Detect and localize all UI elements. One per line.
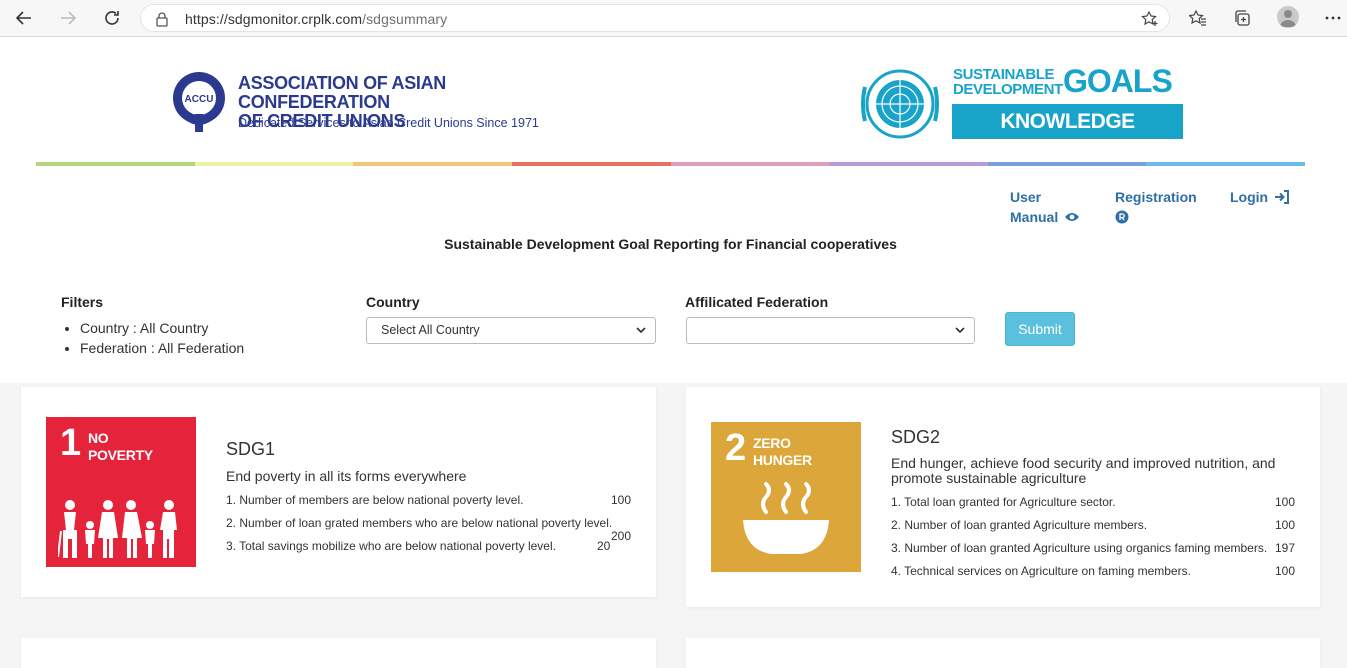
address-bar[interactable]: https://sdgmonitor.crplk.com/sdgsummary (140, 4, 1170, 32)
sdg1-tile-name: NO POVERTY (88, 430, 153, 464)
federation-label: Affilicated Federation (685, 294, 829, 310)
user-manual-line2: Manual (1010, 209, 1059, 225)
page-content: ACCU ASSOCIATION OF ASIAN CONFEDERATION … (0, 37, 1347, 668)
sdg1-title: SDG1 (226, 439, 276, 459)
filter-federation: Federation : All Federation (80, 338, 244, 358)
header-area: ACCU ASSOCIATION OF ASIAN CONFEDERATION … (0, 37, 1347, 383)
sdg2-description-line2: promote sustainable agriculture (891, 470, 1087, 486)
registered-icon (1115, 210, 1129, 224)
family-icon (58, 500, 177, 558)
sdg-goals-text: GOALS (1063, 63, 1173, 99)
sdg2-indicator-3-value: 197 (1275, 541, 1296, 555)
sdg1-indicator-1: 1. Number of members are below national … (226, 493, 524, 507)
refresh-icon (105, 11, 119, 25)
accu-emblem-text: ACCU (185, 94, 214, 105)
refresh-button[interactable] (98, 5, 126, 31)
filters-title: Filters (61, 294, 104, 310)
sdg2-tile-name-line2: HUNGER (753, 452, 812, 468)
sdg-word-development: DEVELOPMENT (953, 81, 1063, 98)
accu-emblem-label: ACCU (185, 94, 214, 105)
arrow-left-icon (15, 11, 31, 25)
sdg1-tile-name-line1: NO (88, 430, 109, 446)
sdg1-description: End poverty in all its forms everywhere (226, 468, 467, 484)
user-manual-line1: User (1010, 189, 1042, 205)
sdg1-tile-name-line2: POVERTY (88, 447, 153, 463)
sdg1-card: 1 NO POVERTY SDG1 End poverty in all its… (21, 387, 656, 597)
favorites-button[interactable] (1186, 6, 1210, 30)
sdg2-description-line1: End hunger, achieve food security and im… (891, 455, 1276, 471)
sdg2-indicator-4-value: 100 (1275, 564, 1296, 578)
sdg2-indicator-4: 4. Technical services on Agriculture on … (891, 564, 1191, 578)
url-host: https://sdgmonitor.crplk.com (185, 11, 363, 27)
sdg2-tile-name: ZERO HUNGER (753, 435, 812, 469)
sdg2-indicator-1: 1. Total loan granted for Agriculture se… (891, 495, 1116, 509)
sdg3-card (21, 638, 656, 668)
sdg1-indicator-1-value: 100 (611, 493, 632, 507)
sdg1-indicator-2-value: 200 (611, 529, 632, 543)
accu-title-line1: ASSOCIATION OF ASIAN CONFEDERATION (238, 73, 447, 112)
sdg1-tile[interactable]: 1 NO POVERTY (46, 417, 196, 567)
color-divider (36, 162, 1305, 166)
profile-avatar[interactable] (1277, 6, 1299, 28)
registration-link[interactable]: Registration (1115, 187, 1197, 229)
federation-select[interactable] (686, 317, 975, 344)
arrow-right-icon (61, 11, 77, 25)
sdg2-tile-number: 2 (725, 427, 747, 469)
add-favorite-icon[interactable] (1141, 10, 1159, 28)
lock-icon (156, 12, 168, 27)
sdg1-tile-number: 1 (60, 422, 82, 464)
accu-logo[interactable]: ACCU ASSOCIATION OF ASIAN CONFEDERATION … (168, 70, 548, 140)
url-text: https://sdgmonitor.crplk.com/sdgsummary (185, 11, 447, 27)
forward-button[interactable] (54, 5, 82, 31)
country-label: Country (366, 294, 420, 310)
login-label: Login (1230, 189, 1269, 205)
more-menu-button[interactable] (1321, 6, 1345, 30)
sdg1-indicator-3: 3. Total savings mobilize who are below … (226, 539, 556, 553)
user-manual-link[interactable]: User Manual (1010, 187, 1080, 227)
sdg4-card (686, 638, 1320, 668)
back-button[interactable] (10, 5, 38, 31)
url-path: /sdgsummary (362, 11, 448, 27)
person-icon (1280, 10, 1296, 27)
login-link[interactable]: Login (1230, 187, 1290, 207)
sdg-knowledge-platform-logo[interactable]: SUSTAINABLE DEVELOPMENT GOALS KNOWLEDGE … (857, 63, 1187, 168)
more-dots-icon (1325, 16, 1341, 20)
sdg2-indicator-1-value: 100 (1275, 495, 1296, 509)
knowledge-platform-banner: KNOWLEDGE PLATFORM (952, 104, 1183, 168)
eye-icon (1065, 213, 1080, 221)
accu-tagline: Dedicated Services to Asian Credit Union… (238, 116, 539, 130)
sdg2-indicator-3: 3. Number of loan granted Agriculture us… (891, 541, 1268, 555)
collections-button[interactable] (1230, 6, 1254, 30)
chevron-down-icon (636, 327, 646, 334)
collections-icon (1235, 10, 1250, 26)
filter-country: Country : All Country (80, 318, 244, 338)
sdg-wordmark: SUSTAINABLE DEVELOPMENT (953, 67, 1063, 97)
sign-in-icon (1275, 190, 1290, 204)
chevron-down-icon (955, 327, 965, 334)
sdg2-tile[interactable]: 2 ZERO HUNGER (711, 422, 861, 572)
sdg2-description: End hunger, achieve food security and im… (891, 456, 1275, 486)
sdg2-indicator-2-value: 100 (1275, 518, 1296, 532)
un-emblem-icon (861, 69, 939, 139)
bowl-icon (743, 482, 829, 554)
sdg2-card: 2 ZERO HUNGER SDG2 End hunger, achieve f… (686, 387, 1320, 607)
sdg2-indicator-2: 2. Number of loan granted Agriculture me… (891, 518, 1148, 532)
sdg2-title: SDG2 (891, 427, 941, 447)
browser-toolbar: https://sdgmonitor.crplk.com/sdgsummary (0, 0, 1347, 37)
sdg1-indicator-3-value: 20 (597, 539, 611, 553)
country-select[interactable]: Select All Country (366, 317, 656, 344)
registration-label: Registration (1115, 189, 1197, 205)
page-title: Sustainable Development Goal Reporting f… (444, 236, 897, 252)
submit-button[interactable]: Submit (1005, 312, 1075, 346)
country-selected-value: Select All Country (381, 323, 480, 337)
sdg1-indicator-2: 2. Number of loan grated members who are… (226, 516, 613, 530)
filters-list: Country : All Country Federation : All F… (80, 318, 244, 358)
sdg2-tile-name-line1: ZERO (753, 435, 791, 451)
sdg-word-sustainable: SUSTAINABLE (953, 66, 1055, 83)
favorites-icon (1189, 9, 1206, 26)
